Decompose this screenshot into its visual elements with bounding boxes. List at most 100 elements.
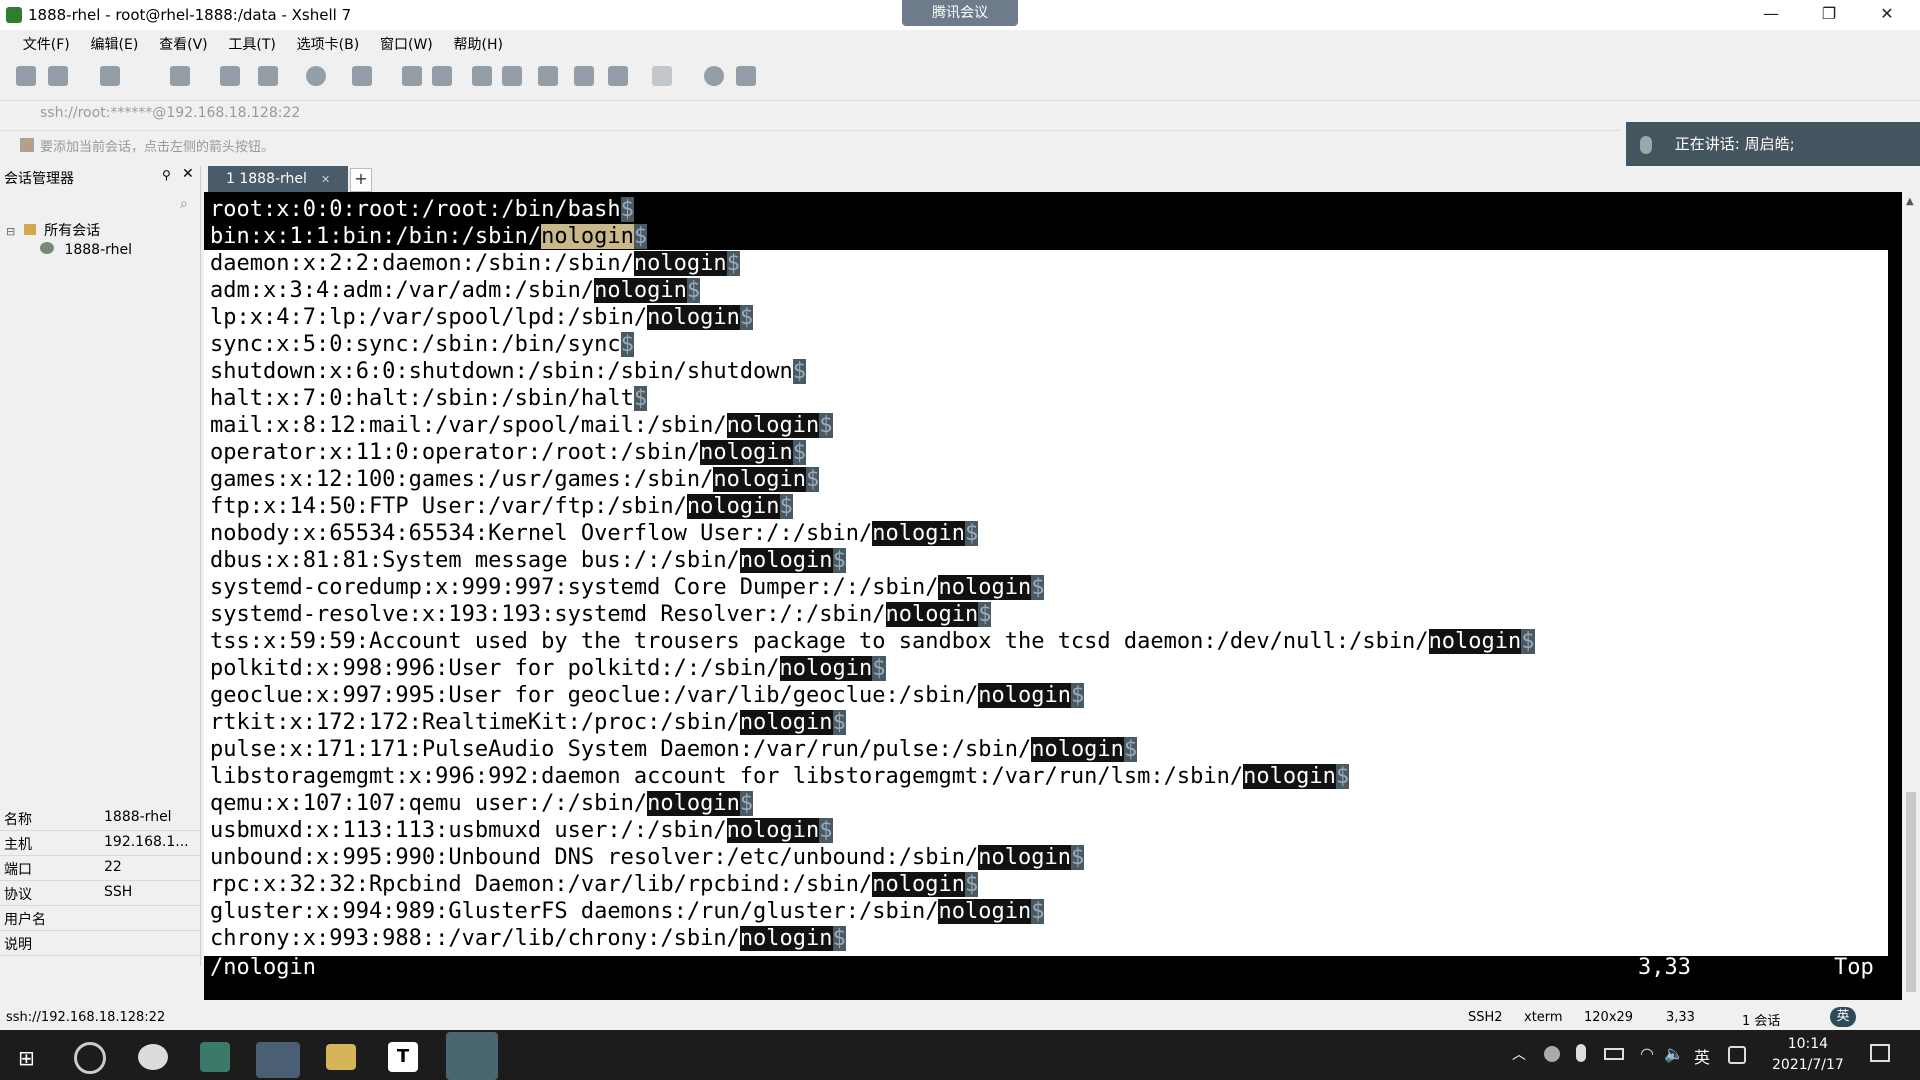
menu-window[interactable]: 窗口(W) xyxy=(372,32,441,58)
tree-root[interactable]: ⊟ 所有会话 xyxy=(6,220,100,240)
properties-icon[interactable] xyxy=(170,66,190,86)
menu-help[interactable]: 帮助(H) xyxy=(446,32,511,58)
menu-view[interactable]: 查看(V) xyxy=(151,32,216,58)
line-text: systemd-resolve:x:193:193:systemd Resolv… xyxy=(210,602,886,627)
typora-taskbar-icon[interactable]: T xyxy=(388,1042,418,1072)
terminal-line: root:x:0:0:root:/root:/bin/bash$ xyxy=(210,196,634,223)
tab-1888-rhel[interactable]: 1 1888-rhel ✕ xyxy=(208,166,348,192)
terminal-pane[interactable]: root:x:0:0:root:/root:/bin/bash$ bin:x:1:… xyxy=(204,192,1902,1000)
scroll-up-icon[interactable]: ▲ xyxy=(1906,196,1914,207)
vertical-scrollbar[interactable]: ▲ xyxy=(1902,192,1920,1000)
reconnect-icon[interactable] xyxy=(100,66,120,86)
terminal-line: libstoragemgmt:x:996:992:daemon account … xyxy=(210,763,1350,790)
battery-icon[interactable] xyxy=(1604,1048,1624,1060)
terminal-line: dbus:x:81:81:System message bus:/:/sbin/… xyxy=(210,547,846,574)
browser-taskbar-icon[interactable] xyxy=(74,1042,106,1074)
vim-command-line[interactable]: /nologin xyxy=(210,954,316,981)
toolbar xyxy=(0,62,1920,94)
file-explorer-taskbar-icon[interactable] xyxy=(326,1044,356,1070)
search-icon[interactable]: ⌕ xyxy=(180,196,188,212)
clock[interactable]: 10:14 2021/7/17 xyxy=(1772,1034,1844,1076)
search-match: nologin xyxy=(647,791,740,816)
status-connection: ssh://192.168.18.128:22 xyxy=(6,1010,166,1025)
session-icon xyxy=(40,242,54,254)
status-bar: ssh://192.168.18.128:22 SSH2 xterm 120x2… xyxy=(0,1006,1920,1030)
terminal-line: nobody:x:65534:65534:Kernel Overflow Use… xyxy=(210,520,979,547)
lock-icon[interactable] xyxy=(502,66,522,86)
menu-file[interactable]: 文件(F) xyxy=(15,32,78,58)
end-of-line-marker: $ xyxy=(964,872,979,897)
transfer-icon[interactable] xyxy=(608,66,628,86)
end-of-line-marker: $ xyxy=(633,224,648,249)
clock-date: 2021/7/17 xyxy=(1772,1057,1844,1073)
find-icon[interactable] xyxy=(220,66,240,86)
xftp-icon[interactable] xyxy=(402,66,422,86)
line-text: polkitd:x:998:996:User for polkitd:/:/sb… xyxy=(210,656,780,681)
line-text: systemd-coredump:x:999:997:systemd Core … xyxy=(210,575,939,600)
property-row: 名称 1888-rhel xyxy=(0,806,200,831)
fullscreen-icon[interactable] xyxy=(472,66,492,86)
new-session-icon[interactable] xyxy=(16,66,36,86)
add-tab-button[interactable]: + xyxy=(350,168,372,192)
window-title: 1888-rhel - root@rhel-1888:/data - Xshel… xyxy=(28,6,352,24)
virtual-machine-taskbar-icon[interactable] xyxy=(200,1042,230,1072)
terminal-line: systemd-coredump:x:999:997:systemd Core … xyxy=(210,574,1045,601)
close-button[interactable]: ✕ xyxy=(1864,0,1910,30)
terminal-line: polkitd:x:998:996:User for polkitd:/:/sb… xyxy=(210,655,886,682)
search-match: nologin xyxy=(872,521,965,546)
search-match: nologin xyxy=(779,656,873,681)
end-of-line-marker: $ xyxy=(686,278,701,303)
tray-app-icon[interactable] xyxy=(1544,1046,1560,1062)
line-text: daemon:x:2:2:daemon:/sbin:/sbin/ xyxy=(210,251,634,276)
chat-icon[interactable] xyxy=(736,66,756,86)
notification-icon[interactable] xyxy=(1870,1044,1890,1062)
search-match: nologin xyxy=(739,926,833,951)
tab-close-icon[interactable]: ✕ xyxy=(321,173,330,186)
input-method-indicator[interactable]: 英 xyxy=(1694,1044,1710,1068)
tree-session-item[interactable]: 1888-rhel xyxy=(40,242,132,258)
restore-button[interactable]: ❐ xyxy=(1806,0,1852,30)
xshell-taskbar-icon[interactable] xyxy=(446,1032,498,1080)
font-icon[interactable] xyxy=(352,66,372,86)
bookmark-icon[interactable] xyxy=(20,138,34,152)
wechat-taskbar-icon[interactable] xyxy=(138,1044,168,1070)
wifi-icon[interactable]: ◠ xyxy=(1640,1044,1654,1063)
tray-qq-icon[interactable] xyxy=(1728,1046,1746,1064)
search-match: nologin xyxy=(1428,629,1522,654)
line-text: chrony:x:993:988::/var/lib/chrony:/sbin/ xyxy=(210,926,740,951)
search-match: nologin xyxy=(872,872,965,897)
speaking-banner: 正在讲话: 周启皓; xyxy=(1626,122,1920,166)
menu-tools[interactable]: 工具(T) xyxy=(220,32,283,58)
script-icon[interactable] xyxy=(574,66,594,86)
terminal-line: adm:x:3:4:adm:/var/adm:/sbin/nologin$ xyxy=(210,277,701,304)
terminal-line: halt:x:7:0:halt:/sbin:/sbin/halt$ xyxy=(210,385,648,412)
tray-microphone-icon[interactable] xyxy=(1576,1044,1586,1062)
end-of-line-marker: $ xyxy=(739,791,754,816)
address-input[interactable]: ssh://root:******@192.168.18.128:22 xyxy=(40,105,300,121)
terminal-line: sync:x:5:0:sync:/sbin:/bin/sync$ xyxy=(210,331,634,358)
layout-icon[interactable] xyxy=(258,66,278,86)
panel-close-icon[interactable]: ✕ xyxy=(182,166,194,182)
collapse-icon[interactable]: ⊟ xyxy=(6,225,15,238)
tray-overflow-icon[interactable]: ︿ xyxy=(1512,1044,1526,1064)
terminal-line: unbound:x:995:990:Unbound DNS resolver:/… xyxy=(210,844,1085,871)
pin-icon[interactable]: ⚲ xyxy=(162,168,171,182)
meeting-badge[interactable]: 腾讯会议 xyxy=(902,0,1018,26)
search-match: nologin xyxy=(739,710,833,735)
minimize-button[interactable]: — xyxy=(1748,0,1794,30)
menu-edit[interactable]: 编辑(E) xyxy=(83,32,147,58)
screenshot-icon[interactable] xyxy=(432,66,452,86)
volume-icon[interactable]: 🔈 xyxy=(1664,1044,1684,1063)
scroll-thumb[interactable] xyxy=(1906,792,1916,992)
keyboard-icon[interactable] xyxy=(538,66,558,86)
line-text: tss:x:59:59:Account used by the trousers… xyxy=(210,629,1429,654)
ime-badge[interactable]: 英 xyxy=(1830,1007,1856,1027)
windows-start-icon[interactable]: ⊞ xyxy=(18,1046,35,1070)
xshell-app-icon xyxy=(6,7,22,23)
open-folder-icon[interactable] xyxy=(48,66,68,86)
meeting-taskbar-icon[interactable] xyxy=(256,1042,300,1078)
globe-icon[interactable] xyxy=(306,66,326,86)
help-icon[interactable] xyxy=(704,66,724,86)
tile-icon[interactable] xyxy=(652,66,672,86)
menu-tab[interactable]: 选项卡(B) xyxy=(289,32,368,58)
